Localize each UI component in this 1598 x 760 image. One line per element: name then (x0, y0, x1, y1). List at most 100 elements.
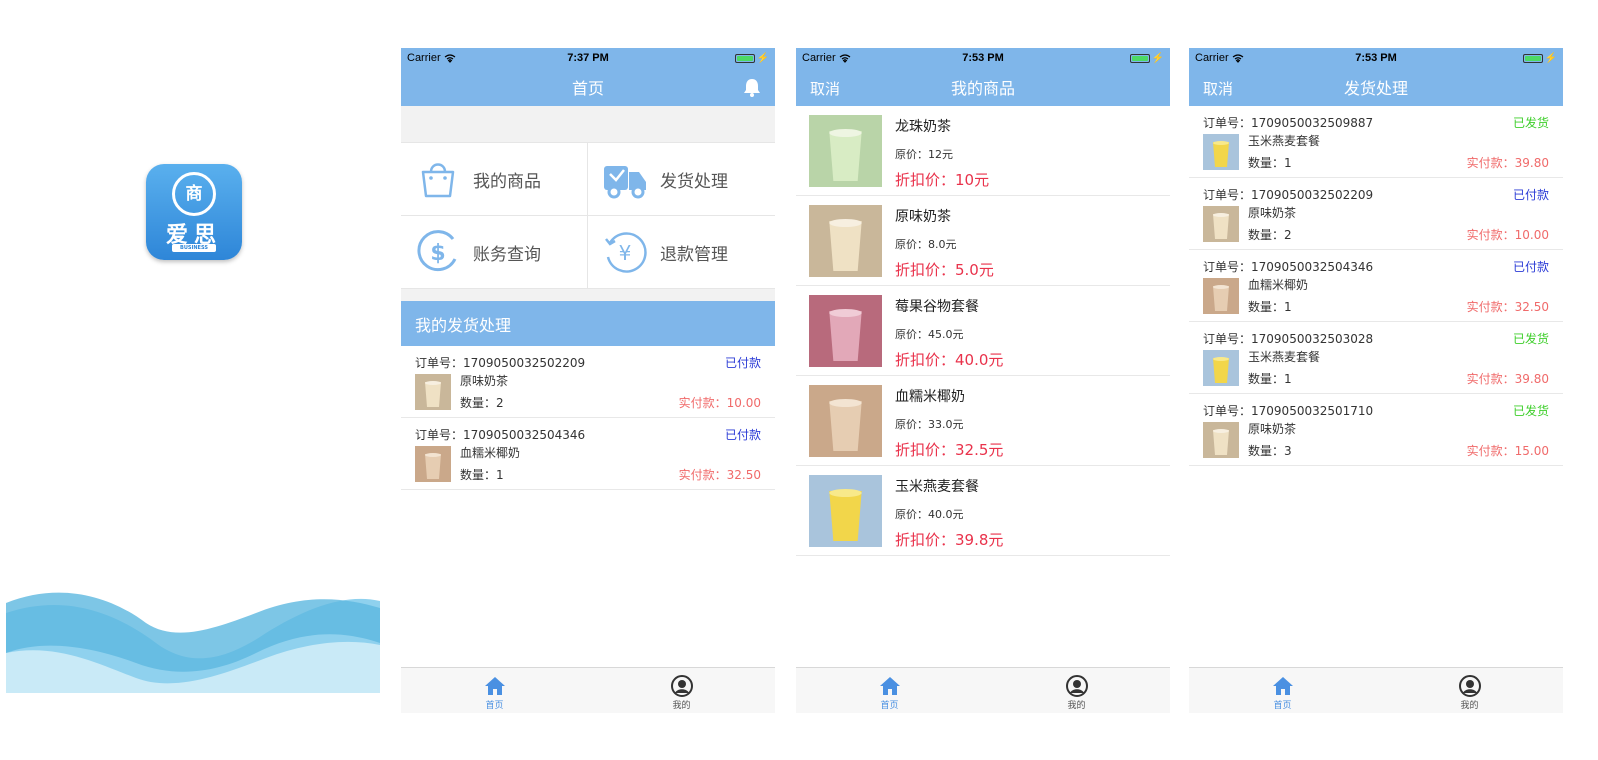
product-thumbnail (1203, 134, 1239, 170)
svg-text:$: $ (430, 241, 445, 266)
paid-value: 15.00 (1514, 444, 1549, 458)
product-thumbnail (415, 374, 451, 410)
order-number-label: 订单号： (1203, 404, 1252, 418)
order-row[interactable]: 订单号：1709050032502209 已付款 原味奶茶 数量：2 实付款：1… (401, 346, 775, 418)
product-row[interactable]: 龙珠奶茶 原价：12元 折扣价：10元 (796, 106, 1170, 196)
drink-image (1203, 422, 1239, 458)
product-thumbnail (1203, 278, 1239, 314)
product-discount-price: 折扣价：32.5元 (895, 441, 1004, 459)
nav-bar: 首页 (401, 68, 775, 106)
order-status-badge: 已付款 (1512, 260, 1549, 274)
drink-image (415, 374, 451, 410)
drink-image (1203, 206, 1239, 242)
tab-label: 我的 (672, 701, 691, 711)
tab-home[interactable]: 首页 (796, 668, 983, 713)
intro-panel: 商 爱思 BUSINESS (6, 48, 380, 713)
order-number-label: 订单号： (1203, 188, 1252, 202)
product-discount-price: 折扣价：10元 (895, 171, 990, 189)
product-thumbnail (1203, 422, 1239, 458)
order-number: 订单号：1709050032502209 (1203, 186, 1373, 203)
tab-label: 首页 (1273, 701, 1292, 711)
tab-label: 首页 (485, 701, 504, 711)
nav-bar: 取消 我的商品 (796, 68, 1170, 106)
grid-item-my-products[interactable]: 我的商品 (401, 143, 588, 216)
tab-mine[interactable]: 我的 (588, 668, 775, 713)
status-time: 7:53 PM (1355, 52, 1397, 64)
product-original-price: 原价：8.0元 (895, 238, 957, 251)
cancel-button[interactable]: 取消 (1203, 78, 1233, 99)
paid-label: 实付款： (1466, 156, 1515, 170)
order-number-label: 订单号： (1203, 332, 1252, 346)
order-product-name: 血糯米椰奶 (1248, 278, 1309, 292)
home-icon (484, 677, 505, 695)
order-paid-amount: 实付款：15.00 (1467, 442, 1549, 459)
order-number-value: 1709050032509887 (1251, 116, 1374, 130)
product-row[interactable]: 血糯米椰奶 原价：33.0元 折扣价：32.5元 (796, 376, 1170, 466)
status-bar: Carrier 7:53 PM ⚡ (1189, 48, 1563, 68)
product-name: 血糯米椰奶 (895, 389, 965, 405)
tab-mine[interactable]: 我的 (1376, 668, 1563, 713)
product-image (809, 385, 882, 457)
dollar-icon: $ (417, 230, 457, 272)
grid-item-shipping[interactable]: 发货处理 (588, 143, 775, 216)
order-row[interactable]: 订单号：1709050032503028 已发货 玉米燕麦套餐 数量：1 实付款… (1189, 322, 1563, 394)
product-row[interactable]: 莓果谷物套餐 原价：45.0元 折扣价：40.0元 (796, 286, 1170, 376)
home-icon (1272, 677, 1293, 695)
battery-indicator: ⚡ (679, 53, 769, 64)
order-paid-amount: 实付款：39.80 (1467, 154, 1549, 171)
product-name: 莓果谷物套餐 (895, 299, 979, 315)
carrier-info: Carrier (407, 52, 497, 64)
paid-label: 实付款： (678, 396, 727, 410)
phone-shipping: Carrier 7:53 PM ⚡ 取消 发货处理 订单号：1709050032… (1189, 48, 1563, 713)
grid-item-label: 账务查询 (473, 244, 541, 265)
order-row[interactable]: 订单号：1709050032504346 已付款 血糯米椰奶 数量：1 实付款：… (401, 418, 775, 490)
order-row[interactable]: 订单号：1709050032509887 已发货 玉米燕麦套餐 数量：1 实付款… (1189, 106, 1563, 178)
order-row[interactable]: 订单号：1709050032502209 已付款 原味奶茶 数量：2 实付款：1… (1189, 178, 1563, 250)
order-number: 订单号：1709050032509887 (1203, 114, 1373, 131)
product-name: 原味奶茶 (895, 209, 951, 225)
tab-label: 我的 (1460, 701, 1479, 711)
user-icon (670, 675, 693, 697)
yen-icon: ¥ (605, 232, 647, 273)
tab-home[interactable]: 首页 (1189, 668, 1376, 713)
product-thumbnail (415, 446, 451, 482)
page-title: 首页 (571, 79, 604, 98)
drink-image (809, 475, 882, 547)
quantity-value: 2 (496, 396, 504, 410)
paid-value: 39.80 (1514, 372, 1549, 386)
tab-bar: 首页 我的 (401, 667, 775, 713)
app-brand-sub: BUSINESS (172, 244, 216, 252)
grid-item-refunds[interactable]: ¥ 退款管理 (588, 216, 775, 289)
paid-label: 实付款： (678, 468, 727, 482)
paid-value: 32.50 (1514, 300, 1549, 314)
product-row[interactable]: 原味奶茶 原价：8.0元 折扣价：5.0元 (796, 196, 1170, 286)
carrier-info: Carrier (1195, 52, 1285, 64)
product-row[interactable]: 玉米燕麦套餐 原价：40.0元 折扣价：39.8元 (796, 466, 1170, 556)
cancel-button[interactable]: 取消 (810, 78, 840, 99)
tab-home[interactable]: 首页 (401, 668, 588, 713)
paid-value: 32.50 (726, 468, 761, 482)
order-quantity: 数量：2 (460, 394, 504, 411)
product-original-price: 原价：33.0元 (895, 418, 964, 431)
order-product-name: 玉米燕麦套餐 (1248, 350, 1321, 364)
product-discount-price: 折扣价：5.0元 (895, 261, 994, 279)
quantity-label: 数量： (1248, 444, 1285, 458)
order-number-value: 1709050032502209 (1251, 188, 1374, 202)
product-thumbnail (1203, 206, 1239, 242)
order-product-name: 原味奶茶 (460, 374, 509, 388)
order-row[interactable]: 订单号：1709050032504346 已付款 血糯米椰奶 数量：1 实付款：… (1189, 250, 1563, 322)
app-icon-char: 商 (185, 184, 203, 204)
order-paid-amount: 实付款：32.50 (679, 466, 761, 483)
order-number-value: 1709050032501710 (1251, 404, 1374, 418)
grid-item-accounts[interactable]: $ 账务查询 (401, 216, 588, 289)
quantity-value: 1 (1284, 372, 1292, 386)
order-row[interactable]: 订单号：1709050032501710 已发货 原味奶茶 数量：3 实付款：1… (1189, 394, 1563, 466)
order-number-label: 订单号： (415, 428, 464, 442)
bell-icon[interactable] (741, 76, 763, 98)
charging-icon: ⚡ (1151, 52, 1164, 64)
paid-label: 实付款： (1466, 444, 1515, 458)
tab-mine[interactable]: 我的 (983, 668, 1170, 713)
grid-item-label: 发货处理 (660, 171, 728, 192)
drink-image (809, 115, 882, 187)
carrier-label: Carrier (802, 52, 836, 64)
